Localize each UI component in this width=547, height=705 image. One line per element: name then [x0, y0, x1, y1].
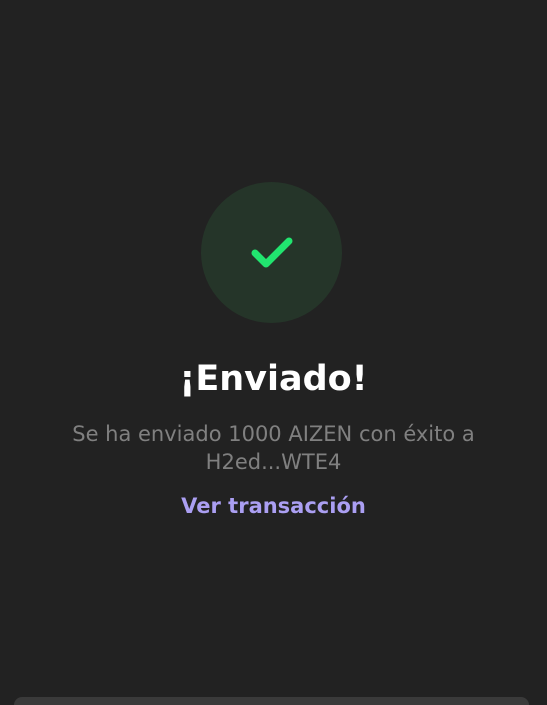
bottom-action-button[interactable] — [14, 697, 529, 705]
check-icon — [250, 236, 294, 270]
success-message-line: Se ha enviado 1000 AIZEN con éxito a — [72, 422, 475, 446]
success-badge — [201, 182, 342, 323]
send-success-screen: ¡Enviado! Se ha enviado 1000 AIZEN con é… — [0, 0, 547, 705]
success-title: ¡Enviado! — [179, 359, 368, 399]
recipient-address: H2ed...WTE4 — [205, 450, 342, 474]
success-message: Se ha enviado 1000 AIZEN con éxito a H2e… — [40, 420, 507, 476]
view-transaction-link[interactable]: Ver transacción — [0, 490, 547, 522]
